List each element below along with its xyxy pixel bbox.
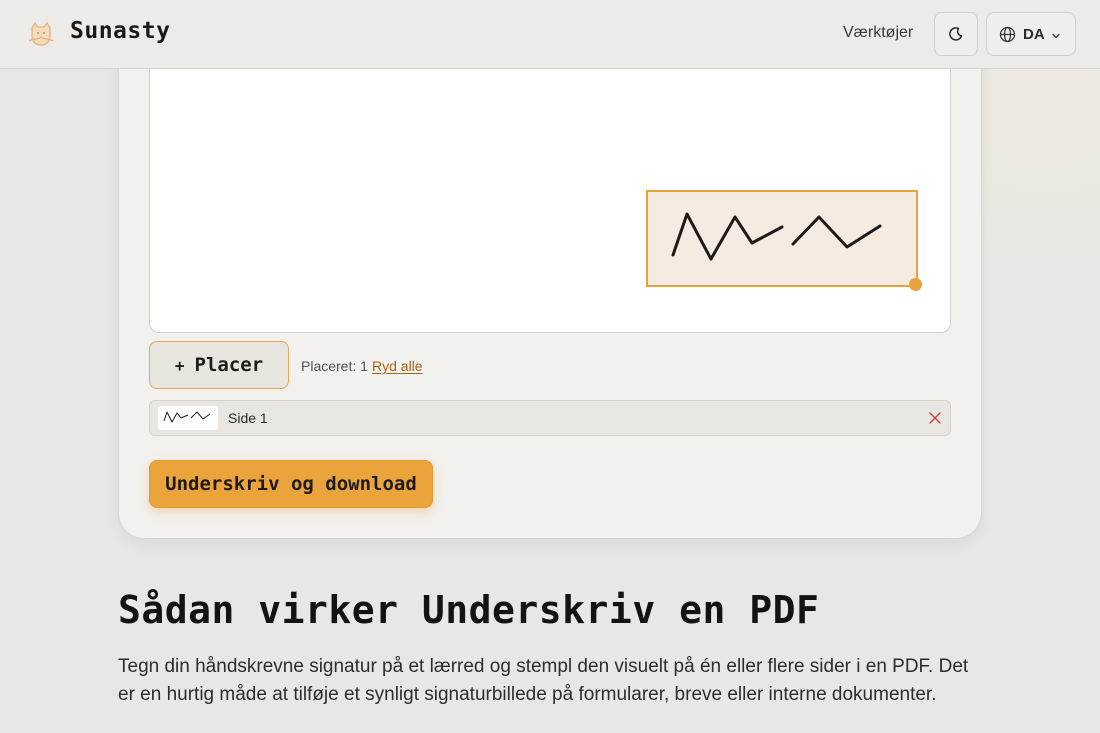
placement-row[interactable]: Side 1 — [149, 400, 951, 436]
logo-icon[interactable] — [26, 19, 56, 49]
language-selector[interactable]: DA — [986, 12, 1076, 56]
section-title: Sådan virker Underskriv en PDF — [118, 588, 820, 632]
place-button-label: Placer — [194, 354, 264, 376]
pdf-page-preview[interactable] — [149, 40, 951, 333]
resize-handle[interactable] — [909, 278, 922, 291]
section-paragraph: Tegn din håndskrevne signatur på et lærr… — [118, 656, 969, 705]
placement-page-label: Side 1 — [228, 410, 268, 426]
placed-signature[interactable] — [646, 190, 918, 287]
brand-name[interactable]: Sunasty — [70, 18, 170, 44]
sign-and-download-button[interactable]: Underskriv og download — [149, 460, 433, 508]
chevron-down-icon — [1051, 29, 1061, 44]
placed-count: Placeret: 1 — [301, 358, 368, 374]
globe-icon — [999, 26, 1016, 46]
close-icon[interactable] — [928, 411, 942, 425]
plus-icon: + — [174, 355, 185, 375]
place-button[interactable]: + Placer — [149, 341, 289, 389]
signature-thumbnail — [158, 406, 218, 430]
theme-toggle-button[interactable] — [934, 12, 978, 56]
nav-tools-link[interactable]: Værktøjer — [843, 24, 913, 42]
top-bar: Sunasty Værktøjer DA — [0, 0, 1100, 69]
language-code: DA — [1023, 26, 1045, 43]
moon-icon — [949, 27, 963, 41]
signature-stroke — [671, 212, 882, 261]
clear-all-link[interactable]: Ryd alle — [372, 358, 423, 374]
